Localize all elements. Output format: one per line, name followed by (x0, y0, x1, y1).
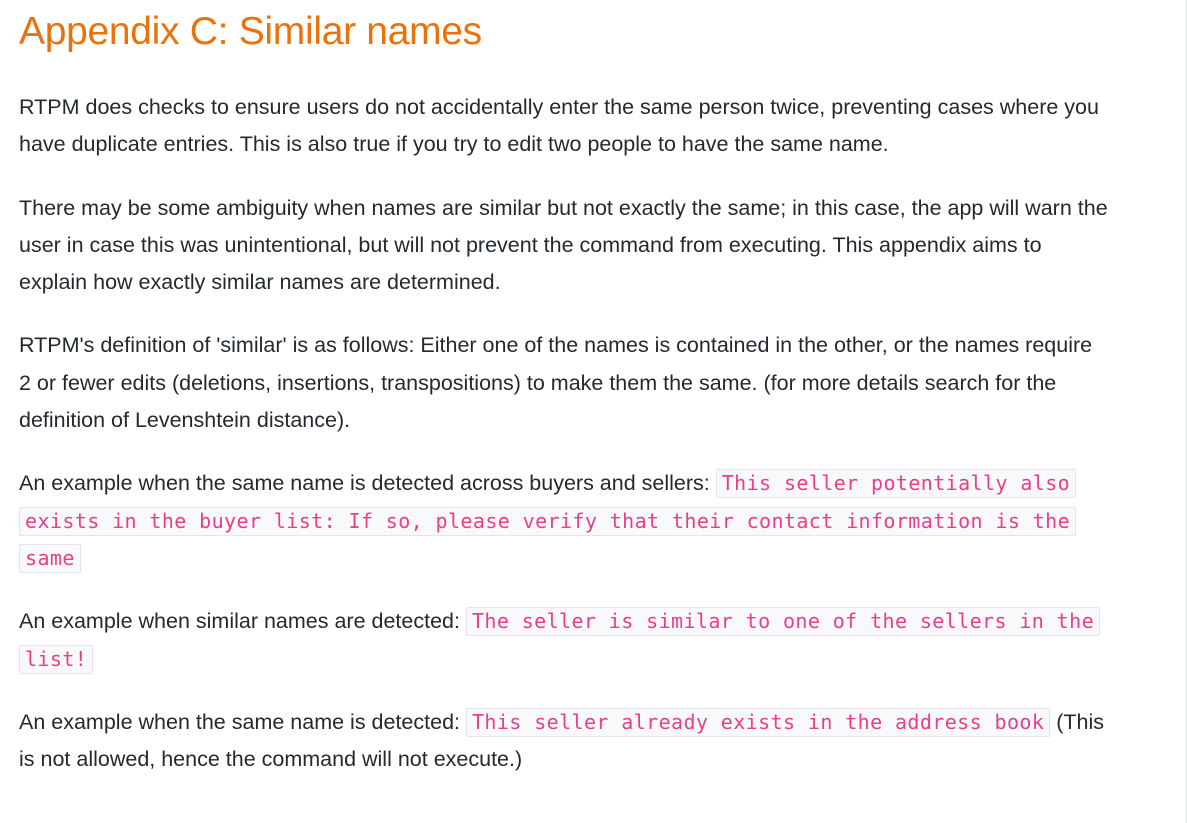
paragraph-similar-definition: RTPM's definition of 'similar' is as fol… (19, 333, 1093, 433)
paragraph-example-similar: An example when similar names are detect… (19, 603, 1109, 678)
paragraph-example-cross-list: An example when the same name is detecte… (19, 465, 1109, 577)
example-similar-text: An example when similar names are detect… (19, 609, 466, 634)
paragraph-ambiguity: There may be some ambiguity when names a… (19, 195, 1108, 295)
document-content: Appendix C: Similar names RTPM does chec… (19, 0, 1109, 778)
paragraph-duplicate-checks: RTPM does checks to ensure users do not … (19, 95, 1099, 157)
document-page: Appendix C: Similar names RTPM does chec… (0, 0, 1187, 823)
example-same-code: This seller already exists in the addres… (465, 707, 1051, 737)
appendix-heading: Appendix C: Similar names (19, 10, 482, 53)
paragraph-example-same: An example when the same name is detecte… (19, 704, 1109, 779)
example-cross-list-text: An example when the same name is detecte… (19, 471, 716, 496)
example-same-text: An example when the same name is detecte… (19, 709, 466, 734)
